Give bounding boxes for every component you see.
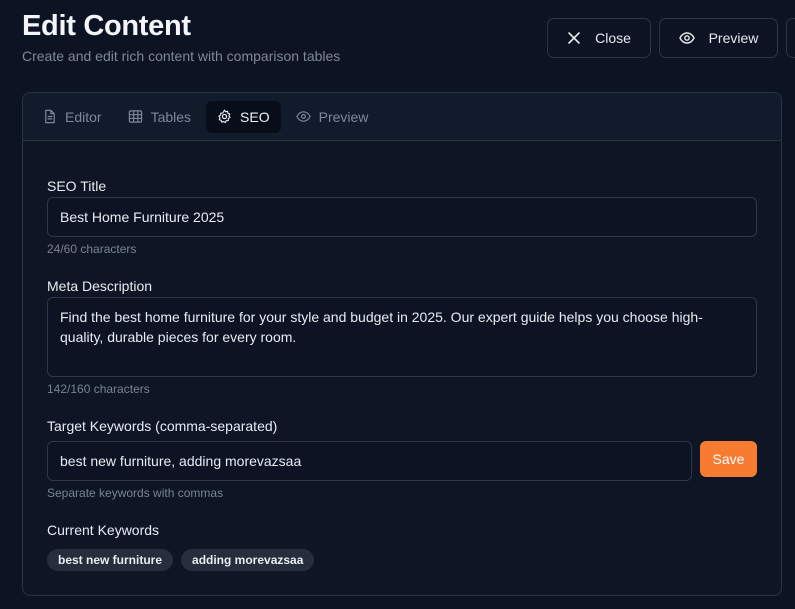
tab-tables[interactable]: Tables [117, 101, 202, 133]
tab-seo[interactable]: SEO [206, 100, 281, 133]
seo-title-input[interactable]: Best Home Furniture 2025 [47, 197, 757, 237]
close-button[interactable]: Close [547, 18, 651, 58]
content-editor-card: Editor Tables SEO Preview SEO Title Best… [22, 92, 782, 596]
table-icon [128, 110, 142, 123]
document-icon [45, 109, 55, 124]
target-keywords-label: Target Keywords (comma-separated) [47, 418, 278, 434]
tab-preview-label: Preview [318, 108, 369, 125]
tab-bar: Editor Tables SEO Preview [23, 93, 781, 141]
seo-title-char-count: 24/60 characters [47, 242, 137, 256]
meta-description-char-count: 142/160 characters [47, 382, 150, 396]
close-button-label: Close [595, 30, 631, 46]
tab-preview[interactable]: Preview [285, 101, 380, 133]
seo-title-label: SEO Title [47, 178, 107, 194]
tab-seo-label: SEO [240, 108, 270, 125]
current-keywords-label: Current Keywords [47, 522, 160, 538]
keyword-chip: best new furniture [47, 549, 174, 571]
tab-editor[interactable]: Editor [31, 101, 113, 133]
eye-icon [678, 32, 695, 44]
edit-content-page: Edit Content Create and edit rich conten… [0, 0, 795, 609]
close-icon [568, 32, 580, 44]
page-subtitle: Create and edit rich content with compar… [22, 48, 341, 64]
eye-icon [295, 111, 311, 122]
preview-button-label: Preview [708, 30, 759, 46]
meta-description-textarea[interactable]: Find the best home furniture for your st… [47, 297, 757, 377]
current-keywords-list: best new furniture adding morevazsaa [47, 549, 315, 571]
gear-icon [218, 109, 231, 124]
tab-tables-label: Tables [150, 108, 192, 125]
preview-button[interactable]: Preview [659, 18, 778, 58]
page-title: Edit Content [22, 10, 191, 42]
meta-description-label: Meta Description [47, 278, 153, 294]
target-keywords-input[interactable]: best new furniture, adding morevazsaa [47, 441, 692, 481]
tab-editor-label: Editor [65, 108, 102, 125]
keywords-hint: Separate keywords with commas [47, 486, 224, 500]
keyword-chip: adding morevazsaa [181, 549, 315, 571]
more-actions-button[interactable] [786, 18, 795, 58]
save-keywords-button[interactable]: Save [700, 441, 757, 477]
